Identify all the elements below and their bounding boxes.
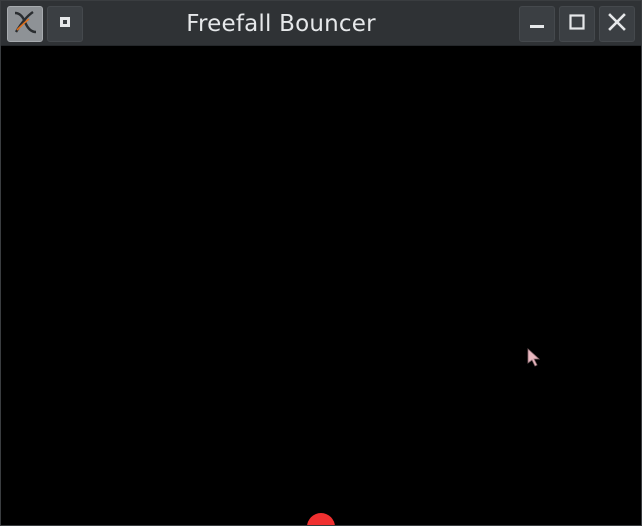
window-title: Freefall Bouncer	[186, 11, 376, 37]
close-button[interactable]	[599, 6, 635, 42]
maximize-button[interactable]	[559, 6, 595, 42]
app-menu-button[interactable]	[7, 6, 43, 42]
title-bar[interactable]: Freefall Bouncer	[1, 1, 641, 46]
x-app-icon	[11, 8, 39, 40]
minimize-button[interactable]	[519, 6, 555, 42]
game-canvas[interactable]	[1, 46, 641, 525]
pin-icon	[57, 14, 73, 34]
close-icon	[608, 13, 626, 35]
bouncing-ball	[307, 513, 335, 525]
pointer-arrow-icon	[527, 348, 543, 370]
app-window: Freefall Bouncer	[0, 0, 642, 526]
maximize-icon	[568, 13, 586, 35]
pin-button[interactable]	[47, 6, 83, 42]
minimize-icon	[528, 13, 546, 35]
